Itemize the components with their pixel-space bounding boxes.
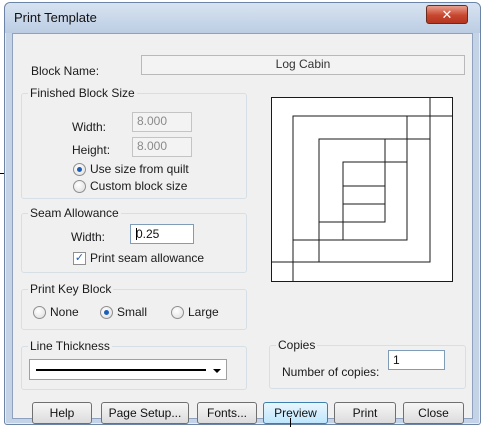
number-of-copies-field[interactable]: 1 — [388, 350, 445, 370]
seam-width-value: 0.25 — [136, 227, 160, 241]
preview-button[interactable]: Preview — [263, 402, 328, 424]
key-block-large-radio[interactable] — [171, 306, 184, 319]
finished-height-field[interactable]: 8.000 — [132, 137, 192, 157]
key-block-none-label: None — [50, 305, 79, 319]
print-template-dialog: Print Template ✕ Block Name: Log Cabin F… — [4, 2, 481, 425]
print-button[interactable]: Print — [334, 402, 396, 424]
fonts-button[interactable]: Fonts... — [197, 402, 257, 424]
block-preview — [271, 97, 453, 282]
page-setup-button[interactable]: Page Setup... — [101, 402, 189, 424]
print-seam-allowance-checkbox[interactable]: ✓ — [73, 252, 86, 265]
key-block-small-label: Small — [117, 305, 148, 319]
print-seam-allowance-label: Print seam allowance — [90, 251, 205, 265]
preview-ring-3 — [342, 161, 386, 223]
block-name-label: Block Name: — [31, 64, 100, 78]
close-window-button[interactable]: ✕ — [426, 5, 468, 24]
key-block-none-radio[interactable] — [33, 306, 46, 319]
use-size-from-quilt-label: Use size from quilt — [90, 162, 189, 176]
custom-block-size-radio[interactable] — [73, 180, 86, 193]
window-title: Print Template — [14, 10, 97, 25]
finished-height-label: Height: — [72, 143, 111, 157]
annotation-line-bottom — [290, 418, 291, 427]
finished-width-field[interactable]: 8.000 — [132, 112, 192, 132]
text-caret — [136, 228, 137, 240]
seam-width-label: Width: — [71, 230, 106, 244]
number-of-copies-label: Number of copies: — [282, 365, 380, 379]
help-button[interactable]: Help — [32, 402, 92, 424]
key-block-large-label: Large — [188, 305, 219, 319]
use-size-from-quilt-radio[interactable] — [73, 163, 86, 176]
log-cabin-diagram — [272, 98, 452, 281]
seam-width-field[interactable]: 0.25 — [130, 224, 194, 244]
finished-width-label: Width: — [72, 120, 107, 134]
title-bar: Print Template ✕ — [5, 3, 480, 33]
copies-title: Copies — [276, 338, 318, 352]
check-icon: ✓ — [74, 252, 85, 264]
line-thickness-dropdown[interactable] — [29, 359, 227, 380]
close-icon: ✕ — [441, 6, 453, 22]
line-thickness-sample — [36, 369, 206, 371]
chevron-down-icon — [213, 369, 221, 373]
key-block-small-radio[interactable] — [100, 306, 113, 319]
dialog-client-area: Block Name: Log Cabin Finished Block Siz… — [12, 33, 473, 424]
finished-block-size-title: Finished Block Size — [28, 86, 137, 100]
close-button[interactable]: Close — [403, 402, 464, 424]
print-key-block-title: Print Key Block — [28, 282, 114, 296]
custom-block-size-label: Custom block size — [90, 179, 188, 193]
seam-allowance-title: Seam Allowance — [28, 206, 121, 220]
line-thickness-title: Line Thickness — [28, 339, 112, 353]
block-name-field: Log Cabin — [141, 55, 465, 75]
preview-ring-2 — [318, 138, 408, 241]
